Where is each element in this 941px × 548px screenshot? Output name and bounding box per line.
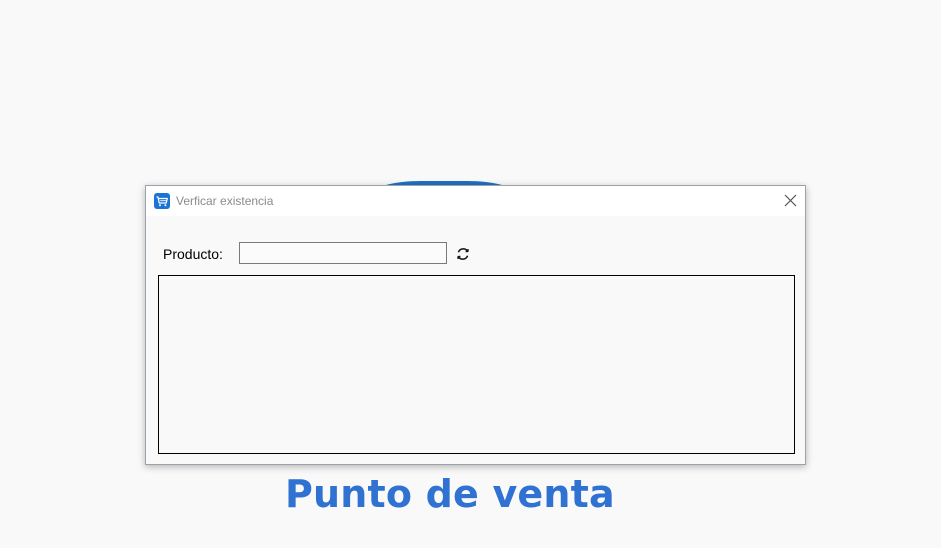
product-label: Producto: bbox=[163, 246, 223, 262]
close-icon bbox=[784, 194, 797, 207]
refresh-icon bbox=[457, 248, 469, 260]
dialog-title: Verficar existencia bbox=[176, 194, 274, 208]
verify-stock-dialog: Verficar existencia Producto: bbox=[145, 185, 806, 465]
refresh-button[interactable] bbox=[453, 244, 473, 264]
product-input[interactable] bbox=[239, 242, 447, 264]
close-button[interactable] bbox=[775, 186, 805, 216]
dialog-titlebar[interactable]: Verficar existencia bbox=[146, 186, 805, 216]
results-list[interactable] bbox=[158, 275, 795, 454]
shopping-cart-icon bbox=[154, 193, 170, 209]
brand-title: Punto de venta bbox=[285, 472, 615, 516]
